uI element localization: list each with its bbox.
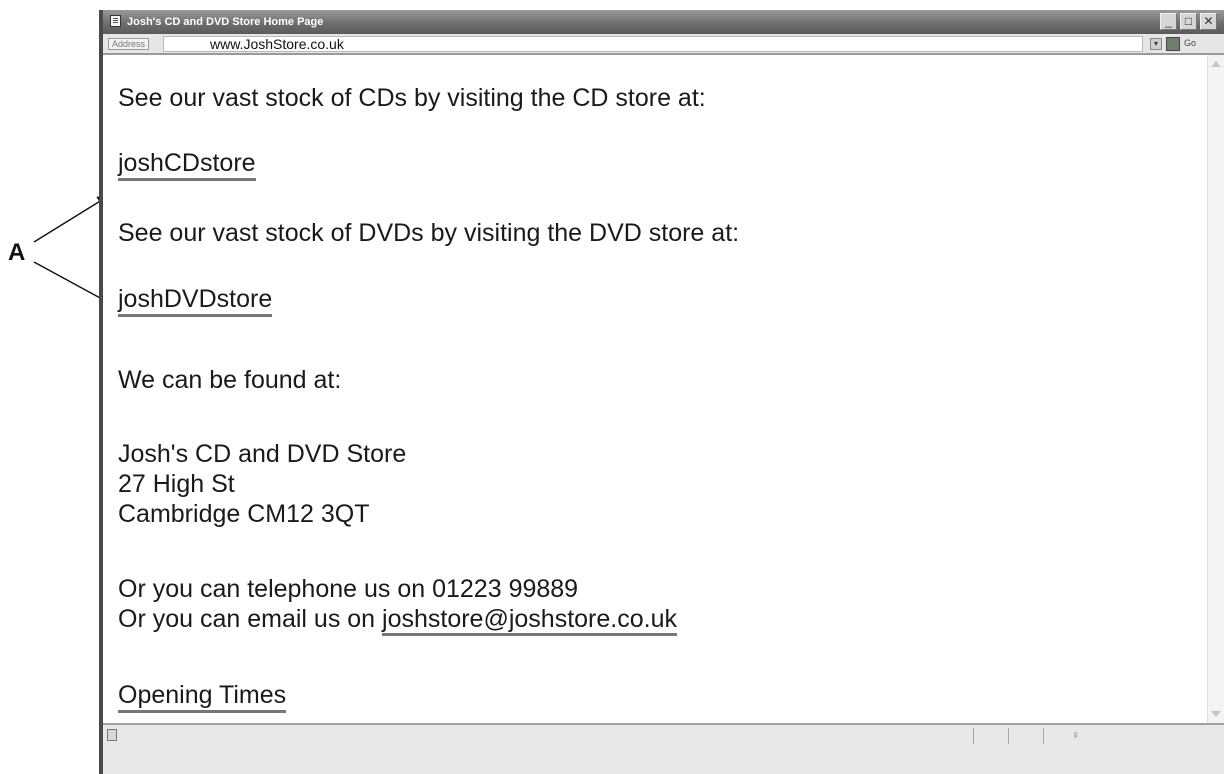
title-bar[interactable]: Josh's CD and DVD Store Home Page _ □ ✕: [103, 10, 1224, 34]
email-text: Or you can email us on joshstore@joshsto…: [118, 604, 677, 636]
dvd-intro-text: See our vast stock of DVDs by visiting t…: [118, 219, 740, 247]
chevron-down-icon[interactable]: ▾: [1150, 38, 1162, 50]
email-link[interactable]: joshstore@joshstore.co.uk: [382, 605, 677, 636]
browser-window: Josh's CD and DVD Store Home Page _ □ ✕ …: [99, 10, 1224, 774]
go-button[interactable]: Go: [1184, 38, 1196, 48]
page-icon: [110, 15, 121, 27]
status-divider: [973, 728, 974, 744]
window-title: Josh's CD and DVD Store Home Page: [127, 16, 324, 28]
address-label: Address: [108, 38, 150, 50]
opening-times-link[interactable]: Opening Times: [118, 680, 287, 713]
page: A Josh's CD and DVD Store Home Page _ □ …: [0, 0, 1224, 774]
address-line: Josh's CD and DVD Store: [118, 440, 407, 468]
address-url: www.JoshStore.co.uk: [210, 36, 344, 52]
scroll-up-icon[interactable]: [1211, 61, 1221, 67]
status-divider: [1008, 728, 1009, 744]
found-at-text: We can be found at:: [118, 366, 342, 394]
page-content: See our vast stock of CDs by visiting th…: [103, 55, 1203, 723]
status-bar: ♀: [103, 723, 1224, 774]
maximize-button[interactable]: □: [1180, 13, 1197, 30]
address-line: Cambridge CM12 3QT: [118, 500, 370, 528]
minimize-button[interactable]: _: [1160, 13, 1177, 30]
scroll-down-icon[interactable]: [1211, 711, 1221, 717]
page-status-icon: [107, 729, 117, 741]
vertical-scrollbar[interactable]: [1207, 55, 1224, 723]
email-prefix: Or you can email us on: [118, 605, 383, 633]
address-line: 27 High St: [118, 470, 235, 498]
status-divider: [1043, 728, 1044, 744]
address-input[interactable]: www.JoshStore.co.uk: [163, 36, 1143, 52]
telephone-text: Or you can telephone us on 01223 99889: [118, 575, 579, 603]
address-bar: Address www.JoshStore.co.uk ▾ Go: [103, 34, 1224, 55]
dvd-store-link[interactable]: joshDVDstore: [118, 284, 273, 317]
cd-intro-text: See our vast stock of CDs by visiting th…: [118, 84, 706, 112]
lock-icon: ♀: [1071, 728, 1080, 742]
go-arrow-icon[interactable]: [1166, 37, 1180, 51]
close-button[interactable]: ✕: [1200, 13, 1217, 30]
cd-store-link[interactable]: joshCDstore: [118, 148, 256, 181]
